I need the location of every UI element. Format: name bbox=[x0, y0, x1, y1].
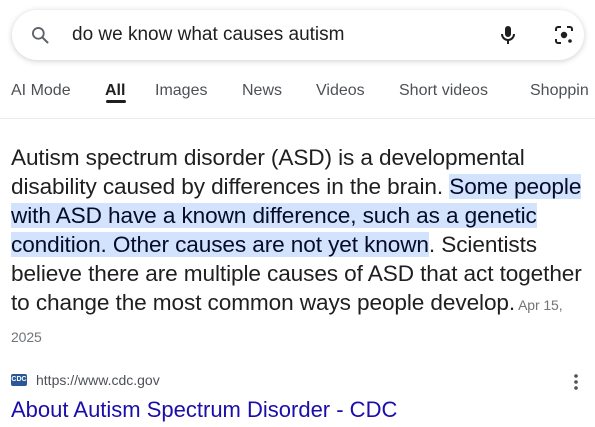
cdc-favicon-icon: CDC bbox=[11, 374, 27, 386]
tab-videos[interactable]: Videos bbox=[316, 82, 365, 100]
active-tab-indicator bbox=[106, 100, 126, 103]
tab-shopping[interactable]: Shoppin bbox=[530, 82, 589, 100]
search-bar[interactable] bbox=[12, 10, 584, 60]
search-input[interactable] bbox=[72, 22, 472, 48]
tab-all[interactable]: All bbox=[105, 82, 125, 100]
search-icon[interactable] bbox=[30, 25, 50, 45]
snippet-highlight: Other causes are not yet known bbox=[112, 232, 429, 257]
tab-short-videos[interactable]: Short videos bbox=[399, 82, 488, 100]
featured-snippet-text: Autism spectrum disorder (ASD) is a deve… bbox=[11, 143, 589, 352]
snippet-text: Autism spectrum disorder (ASD) is a deve… bbox=[11, 145, 525, 199]
result-title-link[interactable]: About Autism Spectrum Disorder - CDC bbox=[11, 397, 397, 423]
search-tabs: AI Mode All Images News Videos Short vid… bbox=[0, 78, 595, 118]
microphone-icon[interactable] bbox=[496, 23, 520, 47]
tab-ai-mode[interactable]: AI Mode bbox=[11, 82, 71, 100]
tab-images[interactable]: Images bbox=[155, 82, 207, 100]
more-options-icon[interactable] bbox=[568, 372, 584, 392]
camera-lens-icon[interactable] bbox=[552, 23, 576, 47]
tab-news[interactable]: News bbox=[242, 82, 282, 100]
divider bbox=[0, 118, 595, 119]
source-url[interactable]: https://www.cdc.gov bbox=[36, 372, 160, 388]
search-results-page: AI Mode All Images News Videos Short vid… bbox=[0, 0, 595, 427]
